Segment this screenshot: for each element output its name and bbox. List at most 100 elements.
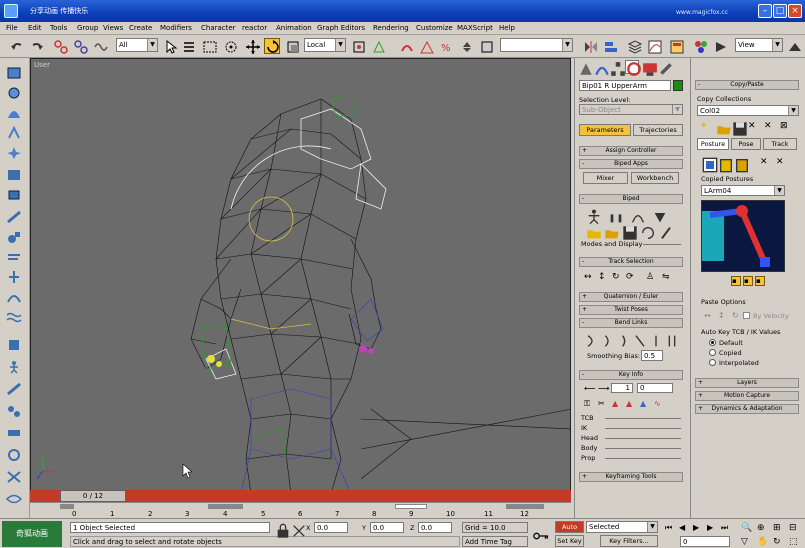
move-all-mode-icon[interactable]	[657, 224, 671, 239]
bind-space-warp-icon[interactable]	[92, 38, 108, 54]
smoothing-bias-field[interactable]: 0.5	[641, 350, 663, 361]
paste-vertical-icon[interactable]: ↕	[717, 310, 727, 320]
paste-horizontal-icon[interactable]: ↔	[703, 310, 713, 320]
redo-icon[interactable]	[28, 38, 44, 54]
mixer-mode-icon[interactable]	[651, 208, 666, 223]
snaps-toggle-icon[interactable]	[398, 38, 414, 54]
unlink-icon[interactable]	[72, 38, 88, 54]
menu-graph-editors[interactable]: Graph Editors	[317, 24, 365, 32]
undo-icon[interactable]	[8, 38, 24, 54]
mirror-icon[interactable]	[582, 38, 598, 54]
lock-com-keying-icon[interactable]: ⟳	[625, 271, 637, 283]
posture-dropdown[interactable]: LArm04 ▼	[701, 185, 785, 196]
constraint-solver-icon[interactable]	[6, 338, 22, 352]
angle-snap-icon[interactable]	[418, 38, 434, 54]
absolute-mode-icon[interactable]	[290, 522, 305, 537]
key-icon[interactable]	[532, 527, 550, 540]
key-info-tcb[interactable]: TCB	[581, 414, 594, 422]
user-viewport[interactable]: User	[30, 58, 571, 493]
x-coordinate-field[interactable]: 0.0	[314, 522, 348, 533]
material-editor-icon[interactable]	[692, 38, 708, 54]
select-object-icon[interactable]	[162, 38, 178, 54]
select-and-scale-icon[interactable]	[284, 38, 300, 54]
zoom-extents-all-icon[interactable]: ⊟	[788, 522, 800, 534]
select-by-name-icon[interactable]	[181, 38, 197, 54]
window-crossing-icon[interactable]	[222, 38, 238, 54]
create-tab-icon[interactable]	[577, 60, 592, 75]
pan-icon[interactable]: ✋	[756, 536, 768, 548]
tab-track[interactable]: Track	[763, 138, 797, 150]
toy-car-icon[interactable]	[6, 270, 22, 284]
modes-and-display-label[interactable]: Modes and Display	[581, 240, 642, 248]
minimize-button[interactable]: –	[758, 4, 772, 18]
key-marker[interactable]	[208, 504, 243, 509]
paste-opposite-icon[interactable]	[733, 156, 748, 173]
y-coordinate-field[interactable]: 0.0	[370, 522, 404, 533]
go-to-end-icon[interactable]: ⏭	[720, 522, 731, 533]
rollout-quaternion-euler[interactable]: + Quaternion / Euler	[579, 292, 683, 302]
menu-modifiers[interactable]: Modifiers	[160, 24, 192, 32]
water-icon[interactable]	[6, 310, 22, 324]
zoom-extents-icon[interactable]: ⊞	[772, 522, 784, 534]
key-time-field[interactable]: 0	[637, 383, 673, 393]
paste-posture-icon[interactable]	[717, 156, 732, 173]
rollout-track-selection[interactable]: - Track Selection	[579, 257, 683, 267]
mixer-button[interactable]: Mixer	[583, 172, 628, 184]
object-name-field[interactable]: Bip01 R UpperArm	[579, 80, 671, 91]
rollout-dynamics-adaptation[interactable]: + Dynamics & Adaptation	[695, 404, 799, 414]
opposite-icon[interactable]: ⇋	[661, 271, 673, 283]
app-icon[interactable]	[4, 4, 18, 18]
zero-all-icon[interactable]	[663, 332, 676, 347]
cloth-icon[interactable]	[6, 86, 22, 100]
rollout-key-info[interactable]: - Key Info	[579, 370, 683, 380]
bend-links-mode-icon[interactable]	[583, 332, 595, 347]
tab-posture[interactable]: Posture	[697, 138, 729, 150]
key-info-head[interactable]: Head	[581, 434, 598, 442]
fracture-object-icon[interactable]	[6, 470, 22, 484]
key-marker[interactable]	[506, 504, 544, 509]
workbench-button[interactable]: Workbench	[631, 172, 679, 184]
menu-file[interactable]: File	[6, 24, 18, 32]
max-load-preferences-icon[interactable]: ⊠	[779, 120, 791, 132]
preview-animation-icon[interactable]	[5, 492, 23, 506]
tab-trajectories[interactable]: Trajectories	[633, 124, 683, 136]
delete-all-postures-icon[interactable]: ✕	[775, 156, 787, 168]
menu-views[interactable]: Views	[103, 24, 123, 32]
rollout-copy-paste[interactable]: - Copy/Paste	[695, 80, 799, 90]
lock-icon[interactable]	[274, 522, 289, 538]
rollout-keyframing-tools[interactable]: + Keyframing Tools	[579, 472, 683, 482]
plane-icon[interactable]	[6, 168, 22, 182]
radio-default[interactable]	[709, 339, 716, 346]
key-info-body[interactable]: Body	[581, 444, 597, 452]
menu-help[interactable]: Help	[499, 24, 515, 32]
display-tab-icon[interactable]	[641, 60, 657, 76]
auto-key-button[interactable]: Auto Key	[555, 521, 584, 541]
maximize-viewport-icon[interactable]: ⬚	[788, 536, 800, 548]
by-velocity-checkbox[interactable]	[743, 312, 750, 319]
motion-flow-mode-icon[interactable]	[629, 208, 644, 223]
pivot-point-icon[interactable]	[350, 38, 366, 54]
key-mode-dropdown[interactable]: Selected ▼	[586, 521, 658, 533]
convert-icon[interactable]	[639, 224, 654, 239]
object-color-swatch[interactable]	[673, 80, 683, 91]
delete-all-collections-icon[interactable]: ✕	[763, 120, 775, 132]
menu-maxscript[interactable]: MAXScript	[457, 24, 493, 32]
named-selection-dropdown[interactable]: ▼	[500, 38, 573, 52]
save-collection-icon[interactable]	[731, 120, 747, 136]
open-file-icon[interactable]	[603, 224, 619, 239]
add-time-tag-button[interactable]: Add Time Tag	[462, 536, 528, 547]
maximize-button[interactable]: □	[773, 4, 787, 18]
named-selection-sets-icon[interactable]	[478, 38, 494, 54]
hierarchy-tab-icon[interactable]	[609, 60, 625, 76]
dashpot-icon[interactable]	[6, 210, 22, 224]
spring-icon[interactable]	[6, 188, 22, 202]
layer-manager-icon[interactable]	[626, 38, 643, 54]
curve-editor-icon[interactable]	[646, 38, 662, 54]
play-icon[interactable]: ▶	[692, 522, 703, 533]
twist-links-mode-icon[interactable]	[599, 332, 611, 347]
menu-reactor[interactable]: reactor	[242, 24, 267, 32]
reference-coordinate-dropdown[interactable]: Local ▼	[304, 38, 346, 52]
delete-posture-icon[interactable]: ✕	[759, 156, 771, 168]
body-rotation-icon[interactable]: ↻	[611, 271, 623, 283]
select-and-move-icon[interactable]	[244, 38, 260, 54]
